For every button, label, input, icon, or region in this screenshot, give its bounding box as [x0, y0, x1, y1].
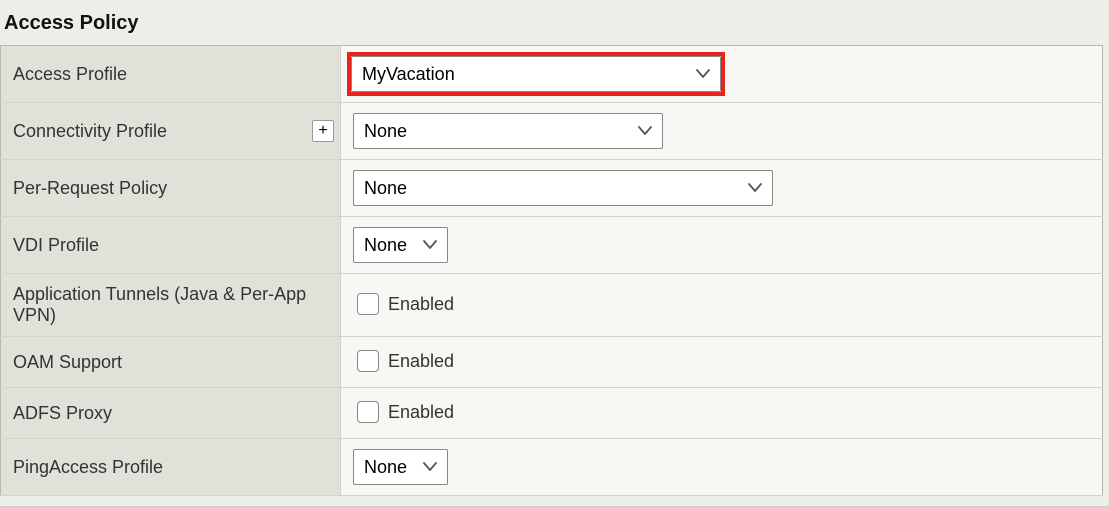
label-vdi-profile: VDI Profile — [13, 235, 99, 255]
row-vdi-profile: VDI Profile None — [1, 217, 1103, 274]
pingaccess-profile-select[interactable]: None — [353, 449, 448, 485]
per-request-policy-select[interactable]: None — [353, 170, 773, 206]
label-adfs-proxy: ADFS Proxy — [13, 403, 112, 423]
app-tunnels-checkbox-label[interactable]: Enabled — [353, 290, 454, 318]
row-pingaccess-profile: PingAccess Profile None — [1, 439, 1103, 496]
label-app-tunnels: Application Tunnels (Java & Per-App VPN) — [13, 284, 306, 325]
access-profile-select[interactable]: MyVacation — [351, 56, 721, 92]
access-policy-panel: Access Policy Access Profile MyVacation … — [0, 0, 1110, 507]
access-policy-form-table: Access Profile MyVacation Connectivity P… — [0, 45, 1103, 496]
label-connectivity-profile: Connectivity Profile — [13, 121, 167, 141]
adfs-proxy-checkbox-label[interactable]: Enabled — [353, 398, 454, 426]
label-per-request-policy: Per-Request Policy — [13, 178, 167, 198]
oam-support-checkbox-label[interactable]: Enabled — [353, 347, 454, 375]
vdi-profile-select[interactable]: None — [353, 227, 448, 263]
row-adfs-proxy: ADFS Proxy Enabled — [1, 388, 1103, 439]
adfs-proxy-checkbox[interactable] — [357, 401, 379, 423]
label-pingaccess-profile: PingAccess Profile — [13, 457, 163, 477]
app-tunnels-enabled-text: Enabled — [388, 294, 454, 315]
row-per-request-policy: Per-Request Policy None — [1, 160, 1103, 217]
label-oam-support: OAM Support — [13, 352, 122, 372]
app-tunnels-checkbox[interactable] — [357, 293, 379, 315]
label-access-profile: Access Profile — [13, 64, 127, 84]
oam-support-checkbox[interactable] — [357, 350, 379, 372]
adfs-proxy-enabled-text: Enabled — [388, 402, 454, 423]
row-app-tunnels: Application Tunnels (Java & Per-App VPN)… — [1, 274, 1103, 337]
oam-support-enabled-text: Enabled — [388, 351, 454, 372]
row-access-profile: Access Profile MyVacation — [1, 46, 1103, 103]
row-oam-support: OAM Support Enabled — [1, 337, 1103, 388]
highlight-access-profile: MyVacation — [347, 52, 725, 96]
row-connectivity-profile: Connectivity Profile + None — [1, 103, 1103, 160]
add-connectivity-profile-button[interactable]: + — [312, 120, 334, 142]
section-title: Access Policy — [0, 6, 1103, 45]
connectivity-profile-select[interactable]: None — [353, 113, 663, 149]
